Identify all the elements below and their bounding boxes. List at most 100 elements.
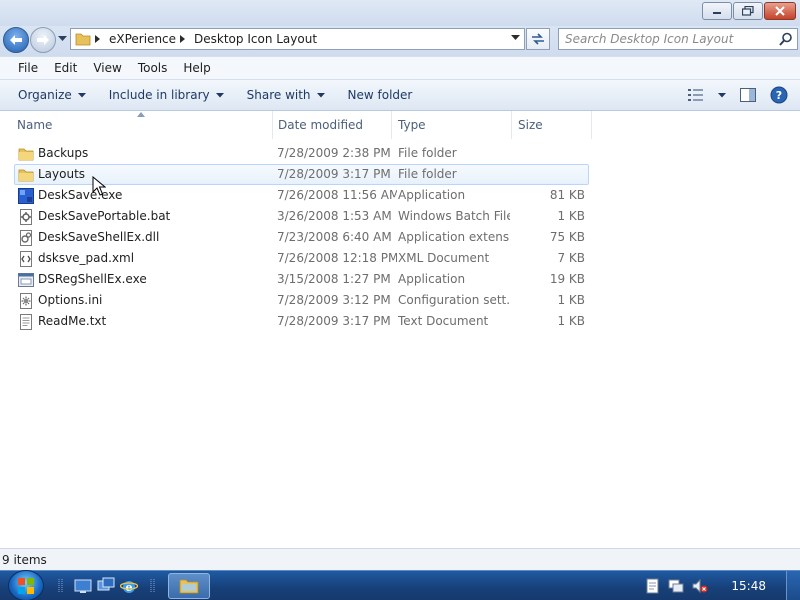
chevron-down-icon: [215, 92, 224, 97]
forward-button[interactable]: [30, 27, 56, 53]
arrow-left-icon: [10, 35, 22, 45]
file-name: ReadMe.txt: [38, 314, 107, 328]
navigation-bar: eXPerience Desktop Icon Layout: [0, 26, 800, 56]
address-segment-current[interactable]: Desktop Icon Layout: [190, 32, 321, 46]
file-type: Configuration sett...: [398, 293, 510, 307]
file-row[interactable]: dsksve_pad.xml 7/26/2008 12:18 PM XML Do…: [14, 248, 589, 269]
file-list: Backups 7/28/2009 2:38 PM File folder La…: [14, 143, 589, 332]
file-name: Options.ini: [38, 293, 103, 307]
quick-launch-grip-icon: [58, 579, 63, 593]
restore-icon: [742, 6, 754, 16]
file-row[interactable]: Options.ini 7/28/2009 3:12 PM Configurat…: [14, 290, 589, 311]
organize-label: Organize: [18, 88, 72, 102]
command-bar: Organize Include in library Share with N…: [0, 80, 800, 111]
new-folder-label: New folder: [347, 88, 413, 102]
minimize-button[interactable]: [702, 2, 732, 20]
chevron-down-icon: [316, 92, 325, 97]
file-date: 3/26/2008 1:53 AM: [277, 209, 392, 223]
share-with-button[interactable]: Share with: [239, 88, 340, 102]
column-header-size[interactable]: Size: [512, 111, 592, 139]
menu-edit[interactable]: Edit: [46, 61, 85, 75]
file-row[interactable]: DeskSavePortable.bat 3/26/2008 1:53 AM W…: [14, 206, 589, 227]
column-header-label: Name: [17, 118, 53, 132]
batch-file-icon: [20, 209, 32, 225]
folder-icon: [18, 169, 34, 182]
file-row[interactable]: Backups 7/28/2009 2:38 PM File folder: [14, 143, 589, 164]
menu-bar: File Edit View Tools Help: [0, 56, 800, 80]
show-desktop-icon[interactable]: [74, 577, 92, 595]
file-type: File folder: [398, 146, 457, 160]
view-details-icon: [688, 89, 703, 101]
taskbar-explorer-button[interactable]: [168, 573, 210, 599]
file-name: DSRegShellEx.exe: [38, 272, 147, 286]
svg-text:?: ?: [776, 89, 782, 102]
file-row[interactable]: DeskSaveShellEx.dll 7/23/2008 6:40 AM Ap…: [14, 227, 589, 248]
switch-windows-icon[interactable]: [97, 577, 115, 595]
search-box: [558, 28, 798, 50]
chevron-right-icon: [95, 35, 100, 43]
close-button[interactable]: [764, 2, 796, 20]
file-size: 7 KB: [557, 251, 585, 265]
file-name: DeskSavePortable.bat: [38, 209, 171, 223]
view-controls: ?: [688, 86, 788, 104]
internet-explorer-icon[interactable]: e: [120, 577, 138, 595]
column-header-label: Type: [398, 118, 426, 132]
file-name: DeskSave.exe: [38, 188, 123, 202]
file-row[interactable]: DSRegShellEx.exe 3/15/2008 1:27 PM Appli…: [14, 269, 589, 290]
search-input[interactable]: [565, 32, 775, 46]
chevron-down-icon: [77, 92, 86, 97]
search-icon[interactable]: [779, 32, 793, 46]
folder-icon: [75, 33, 91, 46]
new-folder-button[interactable]: New folder: [340, 88, 428, 102]
menu-tools[interactable]: Tools: [130, 61, 176, 75]
column-header-date-modified[interactable]: Date modified: [272, 111, 392, 139]
chevron-right-icon: [180, 35, 186, 43]
preview-pane-icon[interactable]: [740, 88, 756, 102]
share-with-label: Share with: [246, 88, 311, 102]
chevron-down-icon: [718, 92, 726, 97]
refresh-button[interactable]: [526, 28, 550, 50]
recent-pages-dropdown-icon[interactable]: [58, 36, 67, 42]
window-controls: [702, 2, 796, 20]
clock[interactable]: 15:48: [731, 579, 766, 593]
mouse-cursor-icon: [92, 176, 106, 196]
address-bar[interactable]: eXPerience Desktop Icon Layout: [70, 28, 525, 50]
folder-icon: [18, 148, 34, 161]
organize-button[interactable]: Organize: [10, 88, 101, 102]
menu-file[interactable]: File: [10, 61, 46, 75]
item-count: 9 items: [2, 552, 47, 567]
taskbar: e 15:48: [0, 570, 800, 600]
include-in-library-button[interactable]: Include in library: [101, 88, 239, 102]
volume-muted-icon[interactable]: [692, 578, 708, 594]
address-dropdown-icon[interactable]: [511, 35, 520, 41]
column-header-label: Date modified: [278, 118, 364, 132]
show-desktop-button[interactable]: [786, 571, 800, 600]
file-row[interactable]: ReadMe.txt 7/28/2009 3:17 PM Text Docume…: [14, 311, 589, 332]
application-icon: [18, 188, 34, 204]
status-bar: 9 items: [0, 548, 800, 570]
address-root[interactable]: [71, 32, 105, 46]
change-view-button[interactable]: [688, 89, 726, 101]
minimize-icon: [713, 12, 721, 14]
column-header-name[interactable]: Name: [11, 111, 273, 139]
menu-help[interactable]: Help: [175, 61, 218, 75]
file-type: File folder: [398, 167, 457, 181]
file-date: 7/28/2009 3:12 PM: [277, 293, 391, 307]
help-icon[interactable]: ?: [770, 86, 788, 104]
file-size: 81 KB: [549, 188, 585, 202]
maximize-button[interactable]: [733, 2, 763, 20]
start-button[interactable]: [8, 570, 44, 600]
file-name: Layouts: [38, 167, 86, 181]
column-header-type[interactable]: Type: [392, 111, 512, 139]
file-size: 19 KB: [549, 272, 585, 286]
file-type: XML Document: [398, 251, 490, 265]
network-icon[interactable]: [668, 578, 684, 594]
file-size: 1 KB: [557, 209, 585, 223]
file-name: Backups: [38, 146, 89, 160]
ini-file-icon: [20, 293, 32, 309]
address-segment-experience[interactable]: eXPerience: [105, 32, 190, 46]
back-button[interactable]: [3, 27, 29, 53]
action-center-icon[interactable]: [646, 578, 660, 594]
file-size: 75 KB: [549, 230, 585, 244]
menu-view[interactable]: View: [85, 61, 129, 75]
